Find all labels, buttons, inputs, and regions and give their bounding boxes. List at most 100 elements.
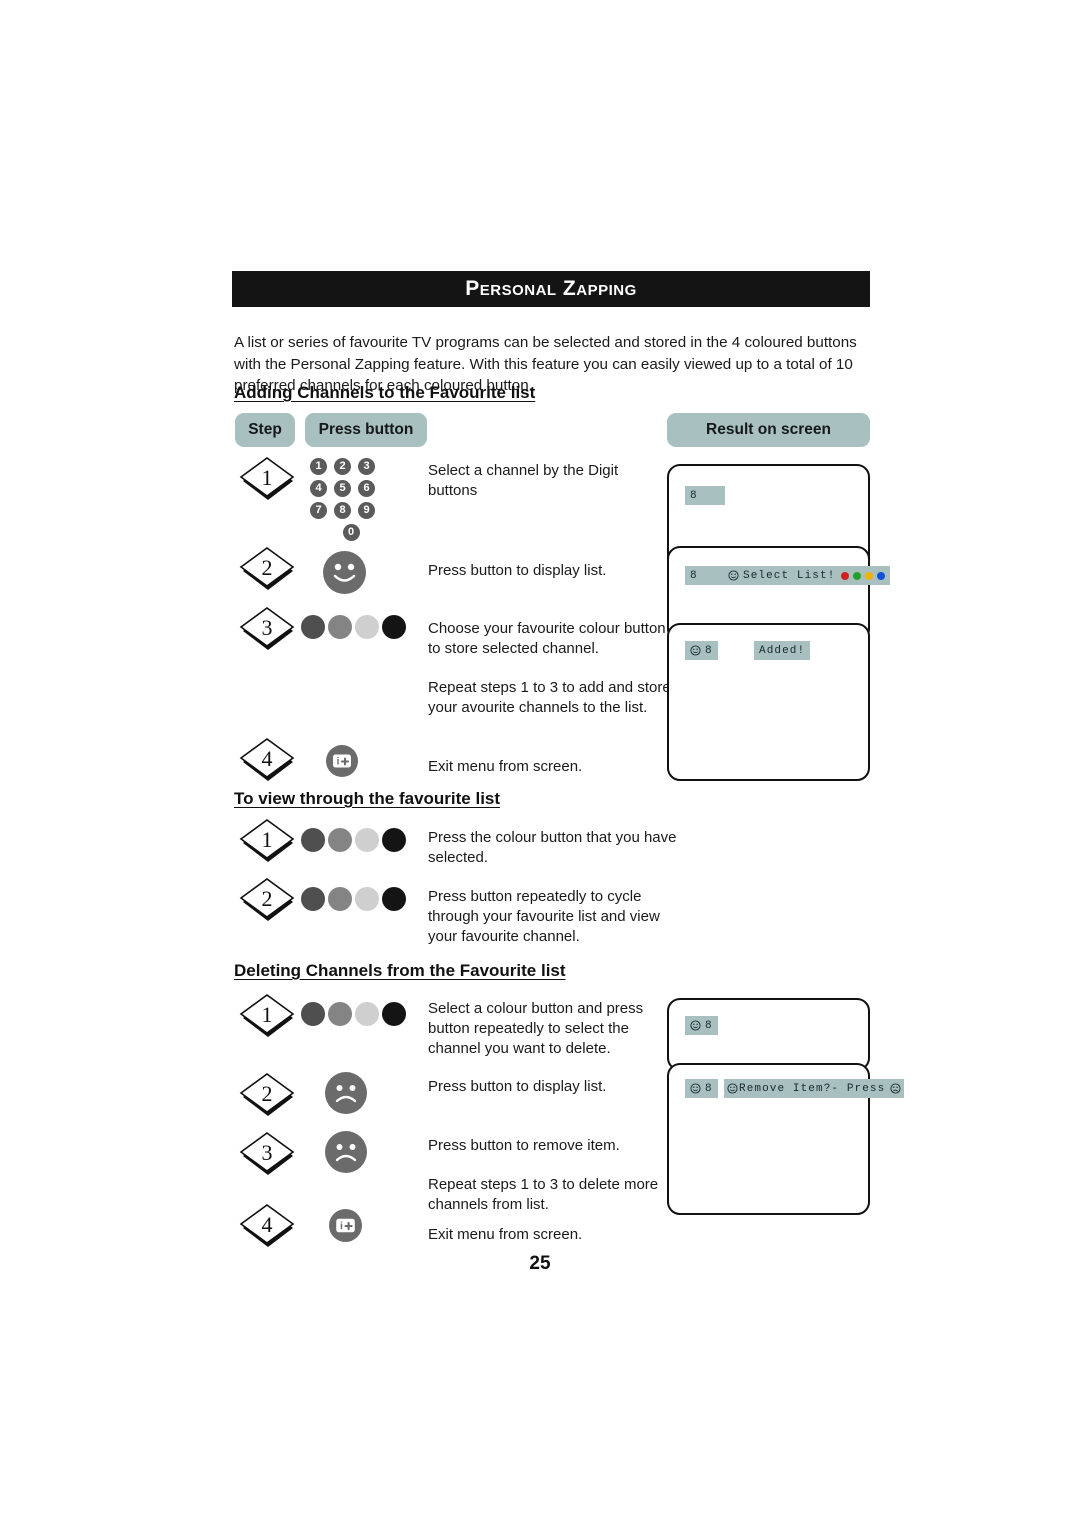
step-marker-deleting-1: 1 [237,993,299,1039]
instruction-adding-1: Select a channel by the Digit buttons [428,462,619,499]
colour-button-row-viewing-1[interactable] [301,828,406,852]
digit-key-9[interactable]: 9 [358,502,375,519]
colour-button-3[interactable] [355,615,379,639]
colour-button-2[interactable] [328,1002,352,1026]
osd-channel-number: 8 [690,569,698,582]
heading-deleting-channels: Deleting Channels from the Favourite lis… [234,961,566,980]
menu-exit-button-adding[interactable]: i [326,745,358,777]
osd-channel-number: 8 [690,489,698,502]
svg-text:i: i [340,1221,343,1232]
colour-button-1[interactable] [301,828,325,852]
osd-message: Select List! [743,569,836,582]
step-marker-viewing-2: 2 [237,877,299,923]
osd-bar-channel: 8 [685,566,725,585]
sad-face-button-deleting-3[interactable] [325,1131,367,1173]
digit-key-7[interactable]: 7 [310,502,327,519]
smiley-face-icon [690,645,701,656]
column-header-press-button: Press button [305,413,427,447]
osd-bar-channel: 8 [685,486,725,505]
colour-button-4[interactable] [382,828,406,852]
step-number: 4 [262,746,273,771]
step-marker-adding-1: 1 [237,456,299,502]
step-marker-adding-2: 2 [237,546,299,592]
sad-face-icon [335,1144,357,1162]
colour-button-3[interactable] [355,828,379,852]
osd-bar-remove-item: Remove Item?- Press [724,1079,905,1098]
digit-key-6[interactable]: 6 [358,480,375,497]
colour-button-1[interactable] [301,615,325,639]
manual-page: Personal Zapping A list or series of fav… [0,0,1080,1528]
colour-button-row-viewing-2[interactable] [301,887,406,911]
colour-button-4[interactable] [382,1002,406,1026]
digit-key-2[interactable]: 2 [334,458,351,475]
heading-view-favourite-list: To view through the favourite list [234,789,501,808]
instruction-deleting-4: Exit menu from screen. [428,1226,583,1243]
osd-colour-dot-red [841,571,850,580]
step-number: 4 [262,1212,273,1237]
colour-button-row-deleting[interactable] [301,1002,406,1026]
colour-button-1[interactable] [301,887,325,911]
instruction-adding-repeat: Repeat steps 1 to 3 to add and store you… [428,679,671,716]
osd-bar-added: Added! [754,641,811,660]
sad-face-button-deleting-2[interactable] [325,1072,367,1114]
section-title-banner: Personal Zapping [232,271,870,307]
colour-button-1[interactable] [301,1002,325,1026]
keypad-row-3: 7 8 9 [310,502,392,519]
instruction-deleting-3: Press button to remove item. [428,1137,620,1154]
instruction-viewing-2: Press button repeatedly to cycle through… [428,888,660,945]
sad-face-icon [890,1083,901,1094]
osd-colour-dots [841,571,886,580]
digit-key-3[interactable]: 3 [358,458,375,475]
smiley-face-icon [727,1083,738,1094]
osd-bar-channel-with-face: 8 [685,1016,718,1035]
colour-button-4[interactable] [382,615,406,639]
page-title: Personal Zapping [465,277,637,300]
digit-key-1[interactable]: 1 [310,458,327,475]
osd-message: Added! [759,644,806,657]
osd-colour-dot-yellow [865,571,874,580]
osd-colour-dot-blue [877,571,886,580]
osd-bar-channel-with-face: 8 [685,1079,718,1098]
tv-screen-adding-3: 8 Added! [667,623,870,781]
instruction-deleting-repeat: Repeat steps 1 to 3 to delete more chann… [428,1176,659,1213]
menu-exit-button-deleting[interactable]: i [329,1209,362,1242]
instruction-adding-3: Choose your favourite colour button to s… [428,620,666,657]
digit-keypad[interactable]: 1 2 3 4 5 6 7 8 9 0 [310,458,392,546]
step-marker-adding-4: 4 [237,737,299,783]
colour-button-4[interactable] [382,887,406,911]
smiley-face-button[interactable] [323,551,366,594]
colour-button-3[interactable] [355,1002,379,1026]
step-number: 3 [262,615,273,640]
step-number: 1 [262,1002,273,1027]
digit-key-5[interactable]: 5 [334,480,351,497]
osd-channel-number: 8 [705,1082,713,1095]
step-marker-viewing-1: 1 [237,818,299,864]
osd-bar-select-list: Select List! [723,566,891,585]
osd-channel-number: 8 [705,1019,713,1032]
smiley-face-icon [728,570,739,581]
colour-button-2[interactable] [328,615,352,639]
osd-bar-channel-with-face: 8 [685,641,718,660]
colour-button-3[interactable] [355,887,379,911]
colour-button-2[interactable] [328,887,352,911]
menu-exit-icon: i [333,754,351,768]
step-number: 1 [262,827,273,852]
sad-face-icon [335,1085,357,1103]
step-number: 3 [262,1140,273,1165]
instruction-deleting-1: Select a colour button and press button … [428,1000,644,1057]
step-marker-deleting-4: 4 [237,1203,299,1249]
colour-button-2[interactable] [328,828,352,852]
step-number: 2 [262,1081,273,1106]
colour-button-row-adding[interactable] [301,615,406,639]
instruction-deleting-2: Press button to display list. [428,1078,607,1095]
instruction-viewing-1: Press the colour button that you have se… [428,829,677,866]
smiley-face-icon [690,1020,701,1031]
step-number: 1 [262,465,273,490]
tv-screen-deleting-2: 8 Remove Item?- Press [667,1063,905,1215]
digit-key-4[interactable]: 4 [310,480,327,497]
osd-message: Remove Item?- Press [739,1082,886,1095]
digit-key-0[interactable]: 0 [342,524,360,541]
osd-colour-dot-green [853,571,862,580]
instruction-adding-2: Press button to display list. [428,562,607,579]
digit-key-8[interactable]: 8 [334,502,351,519]
